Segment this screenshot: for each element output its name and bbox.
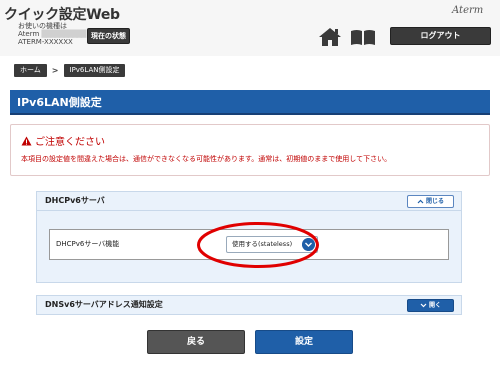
- set-button[interactable]: 設定: [255, 330, 353, 354]
- status-button[interactable]: 現在の状態: [87, 28, 130, 44]
- caution-title-text: ご注意ください: [35, 137, 105, 148]
- model-id: ATERM-XXXXXX: [18, 38, 73, 46]
- home-icon[interactable]: [318, 27, 342, 47]
- brand-logo: Aterm: [452, 5, 484, 16]
- section-title-dhcpv6: DHCPv6サーバ: [45, 196, 105, 205]
- caution-title: ご注意ください: [21, 133, 105, 148]
- model-value: Aterm ██████████: [18, 30, 87, 38]
- model-label: お使いの機種は: [18, 22, 67, 30]
- caution-box: ご注意ください 本項目の設定値を間違えた場合は、通信ができなくなる可能性がありま…: [10, 124, 490, 176]
- book-icon[interactable]: [350, 29, 376, 46]
- model-value-prefix: Aterm: [18, 30, 40, 38]
- warning-icon: [21, 136, 32, 145]
- breadcrumb: ホーム > IPv6LAN側設定: [14, 64, 126, 77]
- caution-text: 本項目の設定値を間違えた場合は、通信ができなくなる可能性があります。通常は、初期…: [21, 155, 392, 163]
- open-section-button[interactable]: 開く: [407, 299, 454, 312]
- breadcrumb-separator: >: [51, 66, 59, 75]
- close-section-label: 閉じる: [425, 198, 444, 205]
- setting-label: DHCPv6サーバ機能: [56, 240, 120, 248]
- highlight-annotation: [197, 222, 319, 268]
- header: クイック設定Web お使いの機種は Aterm ██████████ ATERM…: [0, 0, 500, 56]
- section-header-dhcpv6: DHCPv6サーバ 閉じる: [36, 191, 462, 211]
- breadcrumb-home[interactable]: ホーム: [14, 64, 47, 77]
- model-value-masked: ██████████: [41, 30, 87, 38]
- open-section-label: 開く: [428, 302, 441, 309]
- page-title: IPv6LAN側設定: [10, 90, 490, 115]
- breadcrumb-current: IPv6LAN側設定: [63, 64, 126, 77]
- chevron-down-icon: [420, 303, 427, 308]
- chevron-up-icon: [417, 199, 424, 204]
- app-title: クイック設定Web: [4, 7, 120, 23]
- logout-button[interactable]: ログアウト: [390, 27, 491, 45]
- section-title-dnsv6: DNSv6サーバアドレス通知設定: [45, 300, 163, 309]
- close-section-button[interactable]: 閉じる: [407, 195, 454, 208]
- section-header-dnsv6: DNSv6サーバアドレス通知設定 開く: [36, 295, 462, 315]
- back-button[interactable]: 戻る: [147, 330, 245, 354]
